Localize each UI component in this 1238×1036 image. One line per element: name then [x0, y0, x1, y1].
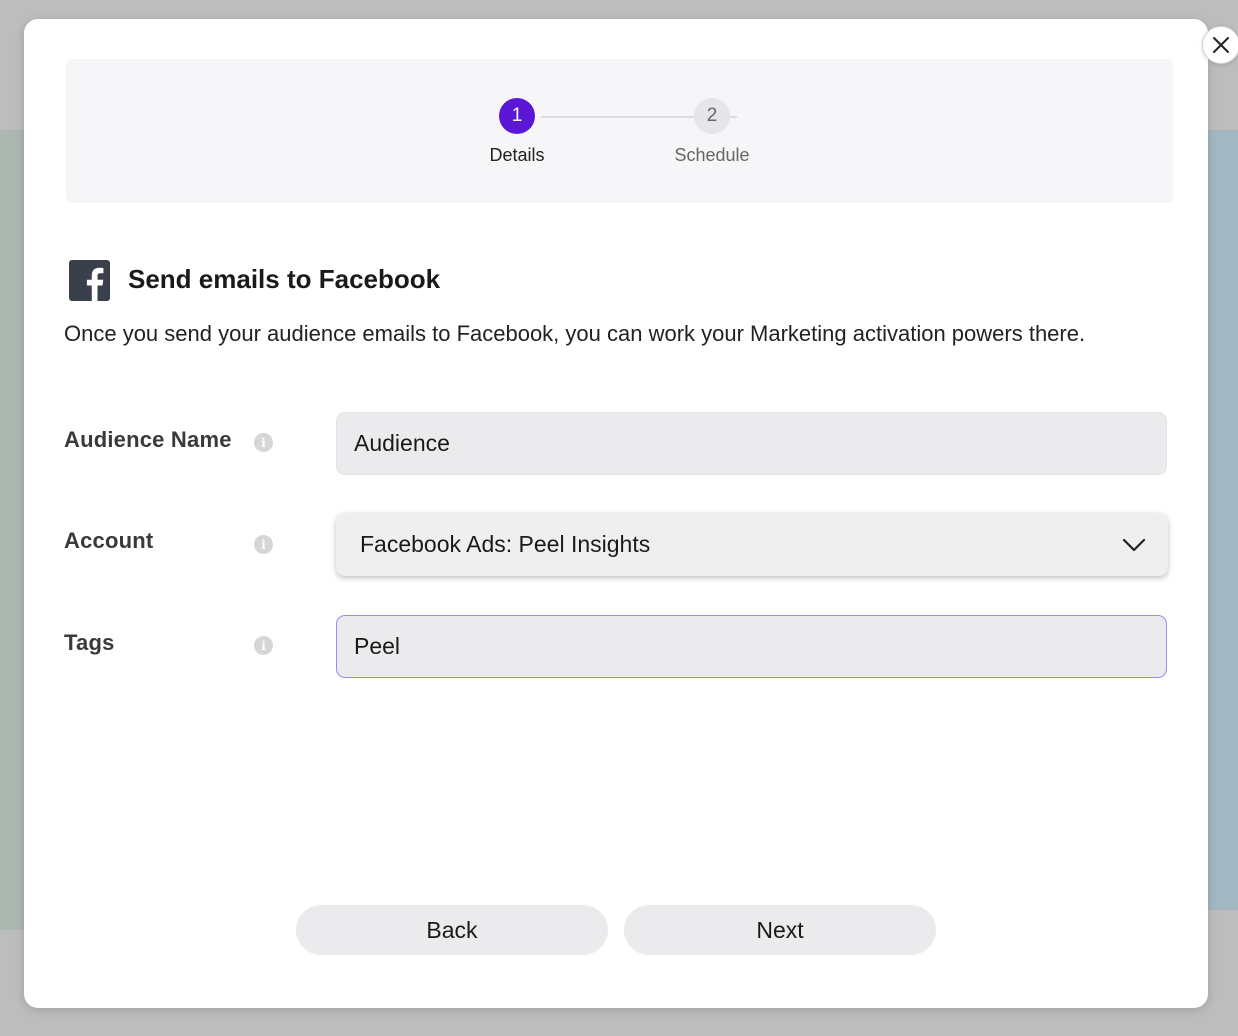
stepper: 1 2 Details Schedule: [66, 59, 1173, 203]
step-1-indicator[interactable]: 1: [499, 98, 535, 134]
backdrop-panel-right: [1206, 130, 1238, 910]
account-select[interactable]: Facebook Ads: Peel Insights: [336, 513, 1168, 576]
tags-label: Tags: [64, 630, 115, 655]
backdrop-map-left: [0, 130, 26, 930]
facebook-icon: [69, 260, 110, 301]
tags-input[interactable]: Peel: [336, 615, 1167, 678]
account-label: Account: [64, 528, 154, 553]
modal-title: Send emails to Facebook: [128, 264, 441, 294]
close-icon: [1213, 37, 1229, 53]
step-1-label: Details: [489, 145, 545, 165]
back-button[interactable]: Back: [296, 905, 608, 955]
modal-description: Once you send your audience emails to Fa…: [64, 321, 1086, 346]
account-select-value: Facebook Ads: Peel Insights: [360, 531, 651, 557]
step-2-indicator[interactable]: 2: [694, 98, 730, 134]
audience-name-info-icon[interactable]: i: [254, 433, 273, 452]
chevron-down-icon: [1122, 538, 1146, 552]
close-button[interactable]: [1202, 26, 1238, 64]
audience-name-input[interactable]: Audience: [336, 412, 1167, 475]
tags-info-icon[interactable]: i: [254, 636, 273, 655]
account-info-icon[interactable]: i: [254, 535, 273, 554]
step-2-label: Schedule: [674, 145, 750, 165]
next-button[interactable]: Next: [624, 905, 936, 955]
audience-name-label: Audience Name: [64, 427, 232, 452]
send-to-facebook-modal: 1 2 Details Schedule Send emails to Face…: [24, 19, 1238, 1008]
